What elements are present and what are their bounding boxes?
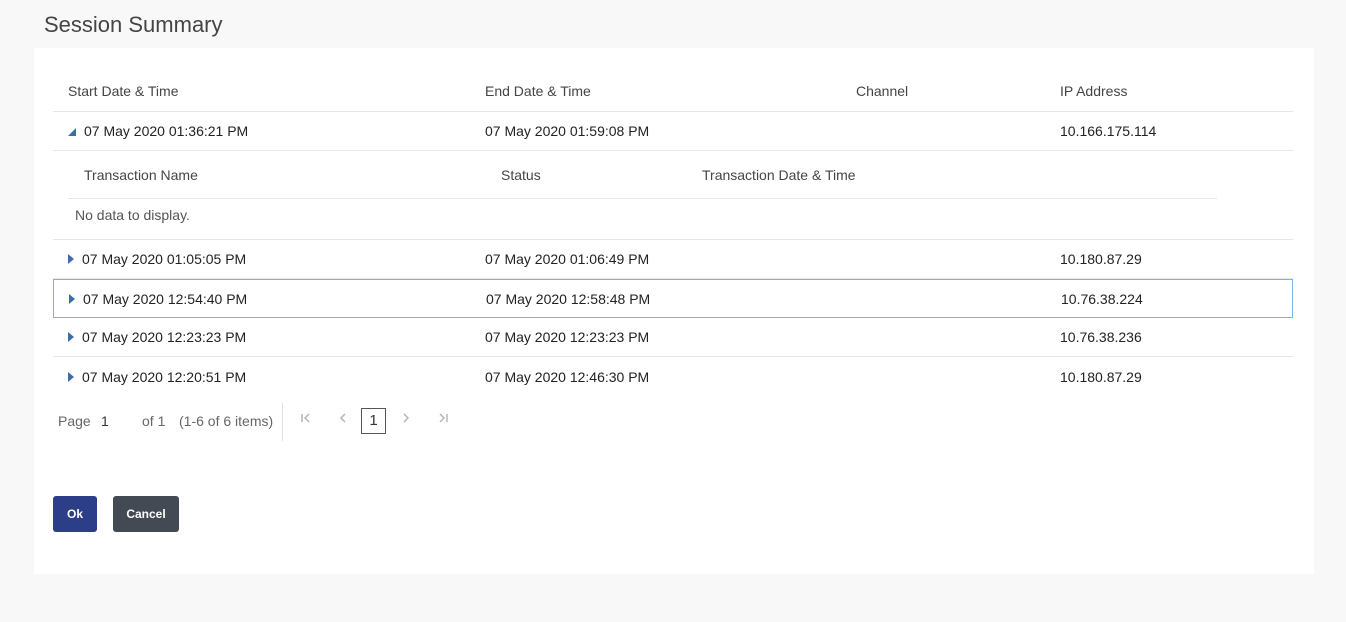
table-row[interactable]: 07 May 2020 01:36:21 PM 07 May 2020 01:5… <box>53 112 1293 151</box>
cancel-button[interactable]: Cancel <box>113 496 179 532</box>
prev-page-icon[interactable] <box>338 411 348 429</box>
start-datetime: 07 May 2020 01:05:05 PM <box>82 251 247 267</box>
expand-icon[interactable] <box>69 293 75 304</box>
expand-icon[interactable] <box>68 332 74 342</box>
start-datetime: 07 May 2020 12:20:51 PM <box>82 368 247 385</box>
detail-table-header: Transaction Name Status Transaction Date… <box>68 151 1217 199</box>
column-header-end: End Date & Time <box>485 82 591 99</box>
items-summary: (1-6 of 6 items) <box>179 413 274 429</box>
page-title: Session Summary <box>44 12 223 37</box>
end-datetime: 07 May 2020 12:58:48 PM <box>486 290 651 307</box>
next-page-icon[interactable] <box>401 411 411 429</box>
empty-message: No data to display. <box>75 207 190 223</box>
table-header: Start Date & Time End Date & Time Channe… <box>53 70 1293 112</box>
pagination: Page 1 of 1 (1-6 of 6 items) 1 <box>53 403 473 441</box>
session-table: Start Date & Time End Date & Time Channe… <box>53 70 1293 396</box>
pager-divider <box>282 403 283 441</box>
start-datetime: 07 May 2020 12:23:23 PM <box>82 329 247 345</box>
detail-column-status: Status <box>501 166 541 183</box>
detail-column-transaction-name: Transaction Name <box>84 166 198 183</box>
ip-address: 10.180.87.29 <box>1060 251 1142 267</box>
ip-address: 10.76.38.224 <box>1061 290 1143 307</box>
start-datetime: 07 May 2020 01:36:21 PM <box>84 123 249 139</box>
collapse-icon[interactable] <box>68 128 76 136</box>
ip-address: 10.180.87.29 <box>1060 368 1142 385</box>
session-summary-card: Start Date & Time End Date & Time Channe… <box>34 48 1314 574</box>
page-number-input[interactable]: 1 <box>101 413 109 429</box>
current-page-button[interactable]: 1 <box>361 408 386 434</box>
end-datetime: 07 May 2020 01:06:49 PM <box>485 251 650 267</box>
column-header-start: Start Date & Time <box>68 82 179 99</box>
start-datetime: 07 May 2020 12:54:40 PM <box>83 290 248 307</box>
page-label: Page <box>58 413 91 429</box>
last-page-icon[interactable] <box>437 411 449 429</box>
expand-icon[interactable] <box>68 371 74 382</box>
detail-column-transaction-datetime: Transaction Date & Time <box>702 166 856 183</box>
page-count: of 1 <box>142 413 166 429</box>
ip-address: 10.166.175.114 <box>1060 123 1157 139</box>
ok-button[interactable]: Ok <box>53 496 97 532</box>
row-detail: Transaction Name Status Transaction Date… <box>53 151 1293 240</box>
table-row[interactable]: 07 May 2020 12:23:23 PM 07 May 2020 12:2… <box>53 318 1293 357</box>
end-datetime: 07 May 2020 12:23:23 PM <box>485 329 650 345</box>
table-row-selected[interactable]: 07 May 2020 12:54:40 PM 07 May 2020 12:5… <box>53 279 1293 318</box>
ip-address: 10.76.38.236 <box>1060 329 1142 345</box>
column-header-channel: Channel <box>856 82 909 99</box>
expand-icon[interactable] <box>68 254 74 264</box>
end-datetime: 07 May 2020 01:59:08 PM <box>485 123 650 139</box>
column-header-ip: IP Address <box>1060 82 1128 99</box>
first-page-icon[interactable] <box>300 411 312 429</box>
table-row[interactable]: 07 May 2020 01:05:05 PM 07 May 2020 01:0… <box>53 240 1293 279</box>
end-datetime: 07 May 2020 12:46:30 PM <box>485 368 650 385</box>
table-row[interactable]: 07 May 2020 12:20:51 PM 07 May 2020 12:4… <box>53 357 1293 396</box>
